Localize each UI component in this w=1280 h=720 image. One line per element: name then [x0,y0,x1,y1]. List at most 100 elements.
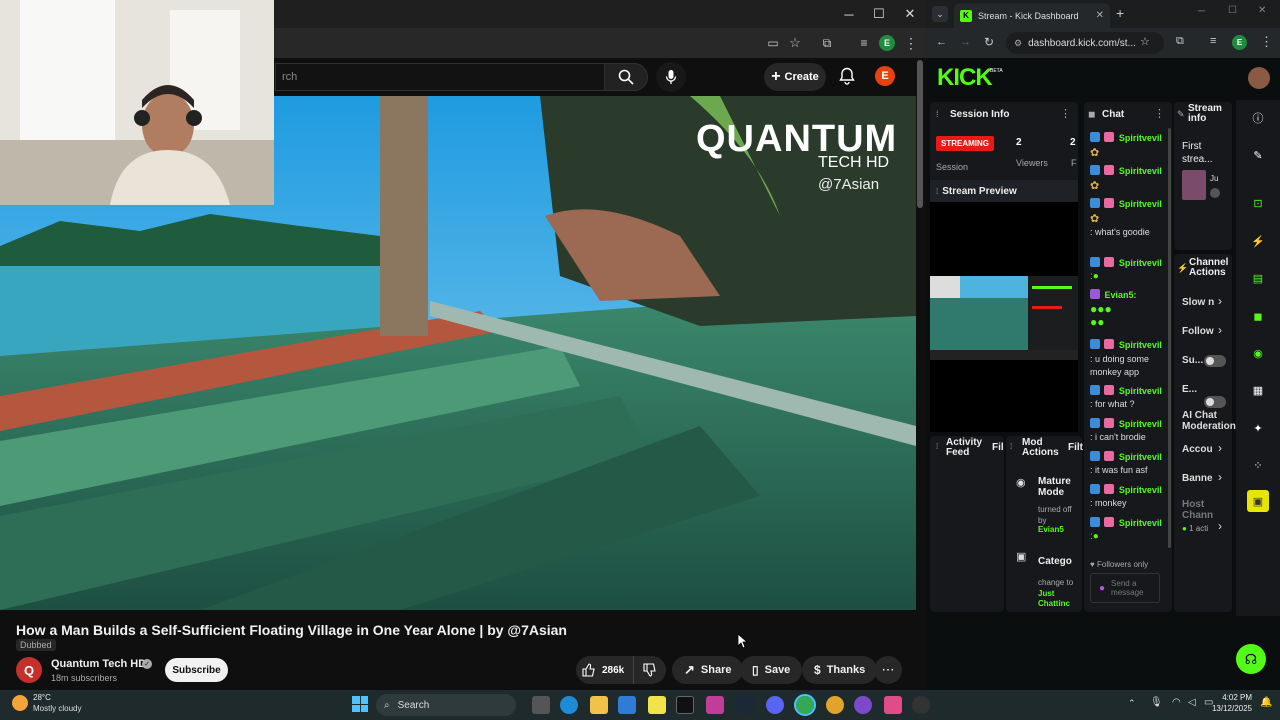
close-icon[interactable]: ✕ [895,0,925,28]
terminal-icon[interactable] [676,696,694,714]
drag-handle-icon[interactable]: ⁞ [936,109,939,119]
dislike-button[interactable] [634,656,666,684]
maximize-icon[interactable]: ☐ [864,0,894,28]
clock-date[interactable]: 13/12/2025 [1210,704,1252,713]
notifications-button[interactable] [836,65,858,87]
tray-expand-icon[interactable]: ⌃ [1128,698,1136,709]
chat-username[interactable]: Spiritvevil [1119,518,1162,528]
clip-icon[interactable]: ⊡ [1247,192,1269,214]
minimize-icon[interactable]: ─ [834,0,864,28]
user-avatar[interactable] [1248,67,1270,89]
kick-extensions-icon[interactable]: ⧉ [1176,35,1184,48]
bookmark-star-icon[interactable]: ☆ [786,34,804,52]
cast-icon[interactable]: ▭ [764,34,782,52]
windows-start-icon[interactable] [352,696,368,712]
mature-mode-user[interactable]: Evian5 [1038,525,1064,534]
discord-icon[interactable] [766,696,784,714]
back-icon[interactable]: ← [936,36,947,48]
task-view-icon[interactable] [532,696,550,714]
chat-username[interactable]: Spiritvevil [1119,485,1162,495]
emote-picker-icon[interactable]: ● [1099,583,1105,594]
session-menu-icon[interactable]: ⋮ [1060,107,1071,120]
chat-menu-icon[interactable]: ⋮ [1154,107,1165,120]
subscribe-button[interactable]: Subscribe [165,658,228,682]
chat-username[interactable]: Spiritvevil [1119,133,1162,143]
chevron-right-icon[interactable]: › [1218,470,1222,484]
thanks-button[interactable]: $ Thanks [802,656,878,684]
chat-username[interactable]: Spiritvevil [1119,340,1162,350]
chat-message-input[interactable]: ● Send a message [1090,573,1160,603]
github-icon[interactable] [912,696,930,714]
activity-drag-icon[interactable]: ⁞ [936,442,938,451]
kick-maximize-icon[interactable]: ☐ [1228,5,1237,16]
kick-reading-list-icon[interactable]: ≡ [1210,35,1216,47]
kick-more-icon[interactable]: ⋮ [1260,34,1273,50]
app-icon[interactable] [884,696,902,714]
site-info-icon[interactable]: ⚙ [1014,38,1022,49]
info-icon[interactable]: ⓘ [1247,107,1269,129]
save-button[interactable]: ▯ Save [740,656,803,684]
kick-logo[interactable]: KICK [937,64,993,92]
channel-name[interactable]: Quantum Tech HD [51,658,146,670]
chat-username[interactable]: Spiritvevil [1119,419,1162,429]
reload-icon[interactable]: ↻ [984,35,994,49]
notifications-bell-icon[interactable]: 🔔 [1260,697,1272,708]
chat-username[interactable]: Spiritvevil [1119,199,1162,209]
stream-preview-thumbnail[interactable] [930,276,1078,360]
activity-filter-button[interactable]: Fil [992,442,1004,453]
profile-avatar[interactable]: E [879,35,895,51]
category-value[interactable]: Just Chattinc [1038,589,1080,609]
apps-icon[interactable]: ⁘ [1247,454,1269,476]
clock-time[interactable]: 4:02 PM [1222,693,1252,702]
like-button[interactable]: 286k [576,656,634,684]
file-explorer-icon[interactable] [590,696,608,714]
tab-search-icon[interactable]: ⌄ [932,6,948,22]
kick-close-icon[interactable]: ✕ [1258,5,1266,16]
edge-icon[interactable] [560,696,578,714]
steam-icon[interactable] [736,696,754,714]
instagram-icon[interactable] [706,696,724,714]
account-age-action[interactable]: Accou [1182,444,1213,455]
kick-minimize-icon[interactable]: ─ [1198,6,1205,17]
account-avatar[interactable]: E [875,66,895,86]
emotes-only-toggle[interactable] [1204,396,1226,408]
banned-words-action[interactable]: Banne [1182,473,1213,484]
tab-kick-dashboard[interactable]: K Stream - Kick Dashboard ✕ [954,3,1110,28]
channel-avatar[interactable]: Q [16,657,42,683]
forward-icon[interactable]: → [960,36,971,48]
chat-username[interactable]: Spiritvevil [1119,386,1162,396]
voice-search-button[interactable] [656,62,686,92]
wifi-icon[interactable]: ◠ [1172,697,1181,708]
tab-close-icon[interactable]: ✕ [1096,10,1104,21]
chevron-right-icon[interactable]: › [1218,294,1222,308]
preview-drag-icon[interactable]: ⁞ [936,187,938,196]
new-tab-icon[interactable]: + [1116,5,1124,21]
layout-icon[interactable]: ▦ [1247,379,1269,401]
chrome-canary-icon[interactable] [826,696,844,714]
extensions-icon[interactable]: ⧉ [818,34,836,52]
more-actions-icon[interactable]: ⋯ [874,656,902,684]
chevron-right-icon[interactable]: › [1218,323,1222,337]
page-scrollbar[interactable] [917,60,923,208]
mod-drag-icon[interactable]: ⁞ [1010,442,1012,451]
chevron-right-icon[interactable]: › [1218,519,1222,533]
calendar-icon[interactable]: ▣ [1247,490,1269,512]
kick-bookmark-icon[interactable]: ☆ [1140,35,1150,48]
search-button[interactable] [604,63,648,91]
obs-icon[interactable] [854,696,872,714]
broadcast-icon[interactable]: ◉ [1247,342,1269,364]
reading-list-icon[interactable]: ≡ [855,34,873,52]
wrench-icon[interactable]: ✦ [1247,417,1269,439]
notes-app-icon[interactable] [648,696,666,714]
chat-scrollbar[interactable] [1168,128,1171,548]
volume-icon[interactable]: ◁ [1188,697,1196,708]
more-menu-icon[interactable]: ⋮ [903,34,919,52]
outlook-icon[interactable] [618,696,636,714]
edit-icon[interactable]: ✎ [1247,144,1269,166]
chrome-icon[interactable] [794,694,816,716]
search-input[interactable]: rch [275,63,605,91]
lightning-icon[interactable]: ⚡ [1247,230,1269,252]
host-channel-action[interactable]: Host Chann [1182,499,1232,521]
chat-username[interactable]: Spiritvevil [1119,258,1162,268]
subscribers-only-toggle[interactable] [1204,355,1226,367]
